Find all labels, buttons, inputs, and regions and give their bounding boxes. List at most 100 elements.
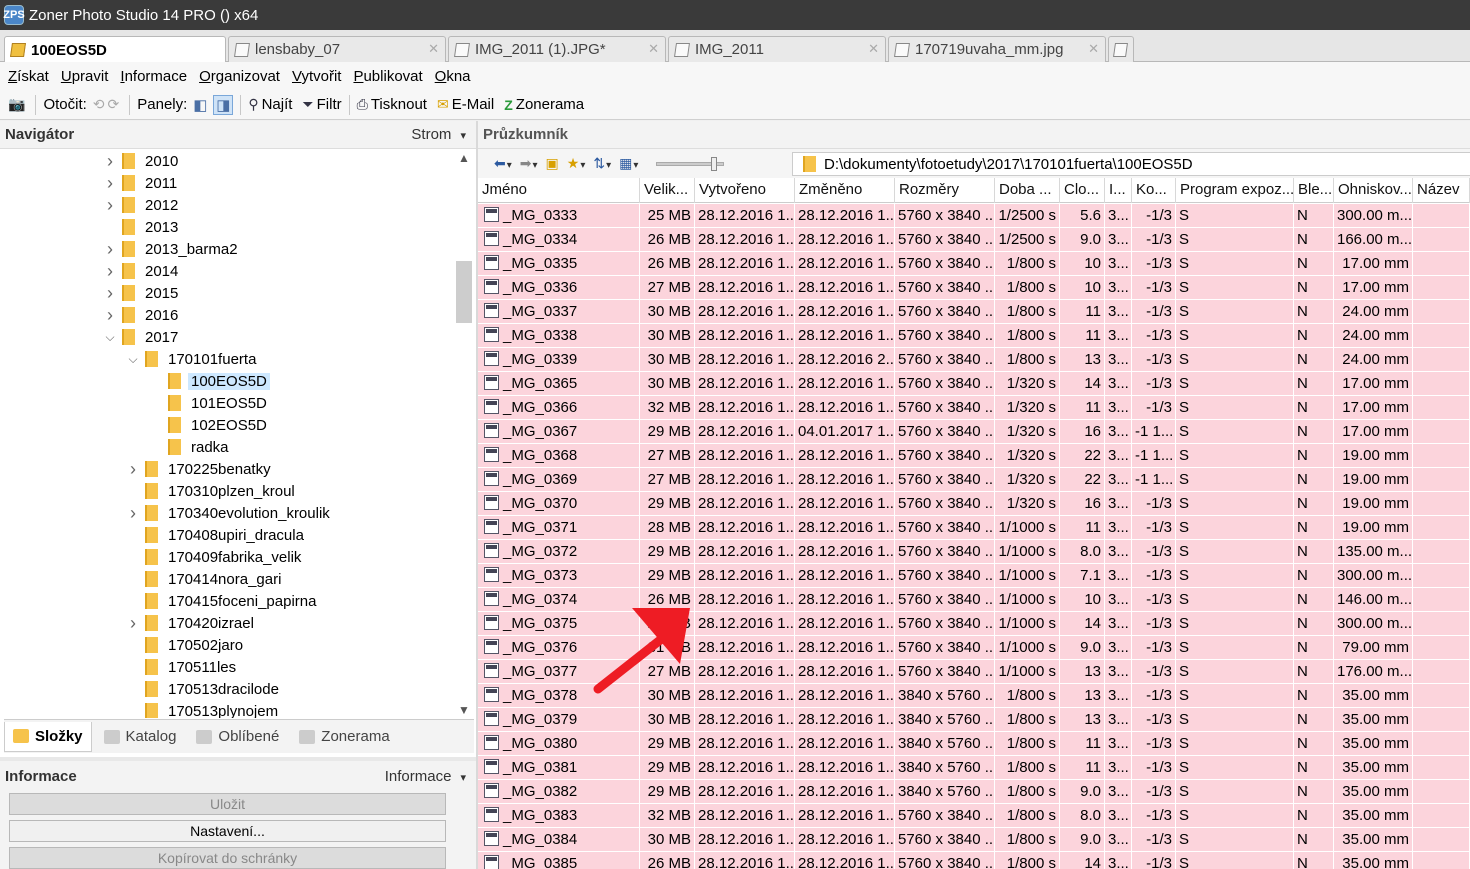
tab-img-2011[interactable]: IMG_2011 ✕	[668, 36, 886, 62]
tree-node[interactable]: 170513dracilode	[125, 678, 279, 700]
tab-katalog[interactable]: Katalog	[96, 722, 185, 752]
tab-img-2011-1[interactable]: IMG_2011 (1).JPG* ✕	[448, 36, 666, 62]
scroll-down-icon[interactable]: ▼	[458, 703, 470, 717]
tree-node[interactable]: › 2014	[102, 260, 178, 282]
favorite-folder-button[interactable]: ★▾	[567, 155, 586, 172]
chevron-right-icon[interactable]: ›	[102, 261, 118, 282]
chevron-right-icon[interactable]: ›	[125, 613, 141, 634]
tab-slozky[interactable]: Složky	[4, 721, 92, 752]
col-aperture-header[interactable]: Clo...	[1060, 178, 1105, 203]
tree-node[interactable]: 170409fabrika_velik	[125, 546, 301, 568]
tree-node[interactable]: › 2012	[102, 194, 178, 216]
tree-node[interactable]: 170415foceni_papirna	[125, 590, 316, 612]
close-icon[interactable]: ✕	[1088, 41, 1099, 57]
tree-node[interactable]: 170511les	[125, 656, 236, 678]
table-row[interactable]: _MG_0378 30 MB 28.12.2016 1... 28.12.2016 1…	[478, 684, 1470, 708]
print-button[interactable]: ⎙ Tisknout	[357, 96, 427, 113]
chevron-down-icon[interactable]: ⌵	[125, 352, 141, 367]
tree-node[interactable]: › 2010	[102, 150, 178, 172]
tree-node[interactable]: › 2011	[102, 172, 177, 194]
table-row[interactable]: _MG_0377 27 MB 28.12.2016 1... 28.12.2016 1…	[478, 660, 1470, 684]
table-row[interactable]: _MG_0337 30 MB 28.12.2016 1... 28.12.2016 1…	[478, 300, 1470, 324]
tree-scrollbar[interactable]: ▲ ▼	[454, 149, 474, 718]
forward-button[interactable]: ➡▾	[520, 155, 538, 172]
chevron-right-icon[interactable]: ›	[102, 283, 118, 304]
table-row[interactable]: _MG_0371 28 MB 28.12.2016 1... 28.12.2016 1…	[478, 516, 1470, 540]
table-row[interactable]: _MG_0334 26 MB 28.12.2016 1... 28.12.2016 1…	[478, 228, 1470, 252]
tree-node[interactable]: radka	[148, 436, 229, 458]
table-row[interactable]: _MG_0333 25 MB 28.12.2016 1... 28.12.2016 1…	[478, 204, 1470, 228]
path-field[interactable]: D:\dokumenty\fotoetudy\2017\170101fuerta…	[792, 152, 1470, 176]
back-button[interactable]: ⬅▾	[494, 155, 512, 172]
thumbnail-size-slider[interactable]	[656, 156, 725, 171]
table-row[interactable]: _MG_0379 30 MB 28.12.2016 1... 28.12.2016 1…	[478, 708, 1470, 732]
table-row[interactable]: _MG_0365 30 MB 28.12.2016 1... 28.12.2016 1…	[478, 372, 1470, 396]
navigator-view-dropdown[interactable]: Strom	[411, 126, 466, 143]
close-icon[interactable]: ✕	[428, 41, 439, 57]
copy-to-clipboard-button[interactable]: Kopírovat do schránky	[9, 847, 446, 869]
menu-publikovat[interactable]: Publikovat	[353, 68, 422, 85]
table-row[interactable]: _MG_0374 26 MB 28.12.2016 1... 28.12.2016 1…	[478, 588, 1470, 612]
table-row[interactable]: _MG_0380 29 MB 28.12.2016 1... 28.12.2016 1…	[478, 732, 1470, 756]
table-row[interactable]: _MG_0368 27 MB 28.12.2016 1... 28.12.2016 1…	[478, 444, 1470, 468]
menu-ziskat[interactable]: Získat	[8, 68, 49, 85]
camera-icon[interactable]: 📷	[8, 96, 25, 113]
table-row[interactable]: _MG_0339 30 MB 28.12.2016 1... 28.12.2016 2…	[478, 348, 1470, 372]
col-name-header[interactable]: Jméno	[478, 178, 640, 203]
chevron-right-icon[interactable]: ›	[102, 151, 118, 172]
zonerama-button[interactable]: Z Zonerama	[504, 96, 584, 113]
rotate-right-icon[interactable]: ⟳	[108, 96, 120, 113]
table-row[interactable]: _MG_0372 29 MB 28.12.2016 1... 28.12.2016 1…	[478, 540, 1470, 564]
table-row[interactable]: _MG_0381 29 MB 28.12.2016 1... 28.12.2016 1…	[478, 756, 1470, 780]
tab-zonerama[interactable]: Zonerama	[291, 722, 397, 752]
col-dimensions-header[interactable]: Rozměry	[895, 178, 995, 203]
menu-organizovat[interactable]: Organizovat	[199, 68, 280, 85]
menu-informace[interactable]: Informace	[120, 68, 187, 85]
table-row[interactable]: _MG_0373 29 MB 28.12.2016 1... 28.12.2016 1…	[478, 564, 1470, 588]
menu-okna[interactable]: Okna	[435, 68, 471, 85]
email-button[interactable]: ✉ E-Mail	[437, 96, 494, 113]
view-mode-button[interactable]: ▦▾	[619, 155, 638, 172]
col-size-header[interactable]: Velik...	[640, 178, 695, 203]
tree-node[interactable]: 170502jaro	[125, 634, 243, 656]
tree-node[interactable]: ⌵ 2017	[102, 326, 178, 348]
tree-node[interactable]: 170414nora_gari	[125, 568, 281, 590]
tree-node[interactable]: › 2015	[102, 282, 178, 304]
col-modified-header[interactable]: Změněno	[795, 178, 895, 203]
tab-oblibene[interactable]: Oblíbené	[188, 722, 287, 752]
table-row[interactable]: _MG_0375 26 MB 28.12.2016 1... 28.12.2016 1…	[478, 612, 1470, 636]
tab-170719uvaha[interactable]: 170719uvaha_mm.jpg ✕	[888, 36, 1106, 62]
settings-button[interactable]: Nastavení...	[9, 820, 446, 842]
tab-100eos5d[interactable]: 100EOS5D	[4, 36, 226, 63]
chevron-right-icon[interactable]: ›	[102, 173, 118, 194]
col-focal-header[interactable]: Ohniskov...	[1334, 178, 1413, 203]
close-icon[interactable]: ✕	[648, 41, 659, 57]
close-icon[interactable]: ✕	[868, 41, 879, 57]
tree-node[interactable]: › 170420izrael	[125, 612, 254, 634]
chevron-right-icon[interactable]: ›	[102, 305, 118, 326]
save-button[interactable]: Uložit	[9, 793, 446, 815]
info-view-dropdown[interactable]: Informace	[385, 768, 466, 785]
chevron-right-icon[interactable]: ›	[102, 239, 118, 260]
tree-node[interactable]: 100EOS5D	[148, 370, 270, 392]
tree-node[interactable]: › 170340evolution_kroulik	[125, 502, 330, 524]
chevron-down-icon[interactable]: ⌵	[102, 330, 118, 345]
table-row[interactable]: _MG_0366 32 MB 28.12.2016 1... 28.12.2016 1…	[478, 396, 1470, 420]
table-row[interactable]: _MG_0370 29 MB 28.12.2016 1... 28.12.2016 1…	[478, 492, 1470, 516]
chevron-right-icon[interactable]: ›	[102, 195, 118, 216]
new-tab-button[interactable]	[1108, 36, 1134, 62]
table-row[interactable]: _MG_0382 29 MB 28.12.2016 1... 28.12.2016 1…	[478, 780, 1470, 804]
table-row[interactable]: _MG_0335 26 MB 28.12.2016 1... 28.12.2016 1…	[478, 252, 1470, 276]
tab-lensbaby[interactable]: lensbaby_07 ✕	[228, 36, 446, 62]
slider-knob[interactable]	[711, 156, 718, 171]
tree-node[interactable]: 170513plynojem	[125, 700, 278, 718]
col-title-header[interactable]: Název	[1413, 178, 1470, 203]
chevron-right-icon[interactable]: ›	[125, 503, 141, 524]
tree-node[interactable]: › 170225benatky	[125, 458, 271, 480]
table-row[interactable]: _MG_0383 32 MB 28.12.2016 1... 28.12.2016 1…	[478, 804, 1470, 828]
folder-up-icon[interactable]: ▣	[546, 155, 559, 172]
table-row[interactable]: _MG_0376 31 MB 28.12.2016 1... 28.12.2016 1…	[478, 636, 1470, 660]
menu-upravit[interactable]: Upravit	[61, 68, 109, 85]
tree-node[interactable]: › 2016	[102, 304, 178, 326]
col-exposure-header[interactable]: Doba ...	[995, 178, 1060, 203]
